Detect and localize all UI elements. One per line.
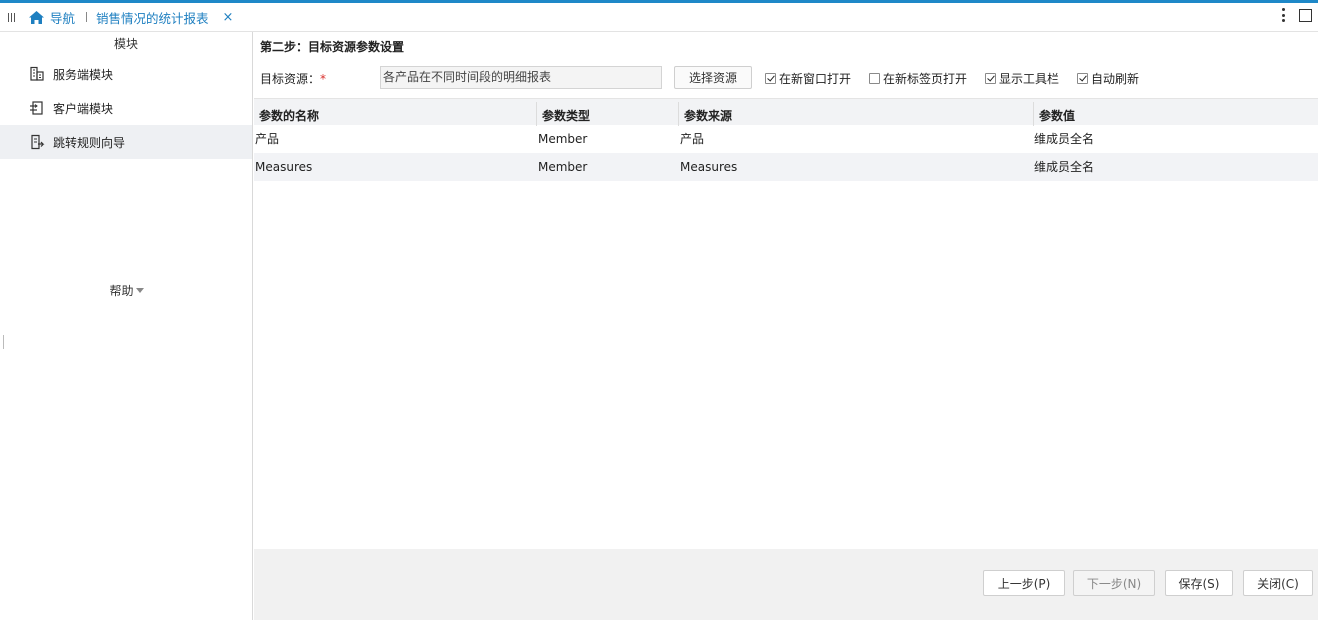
cell-value[interactable]: 维成员全名 (1034, 125, 1094, 153)
sidebar-item-client-module[interactable]: 客户端模块 (0, 91, 252, 125)
menu-toggle-icon[interactable] (0, 3, 22, 32)
cell-name[interactable]: Measures (255, 153, 312, 181)
column-header-name[interactable]: 参数的名称 (259, 99, 319, 126)
checkbox-box[interactable] (869, 73, 880, 84)
tab-bar: 导航 销售情况的统计报表 × (0, 3, 1318, 32)
table-header: 参数的名称 参数类型 参数来源 参数值 (254, 98, 1318, 126)
target-resource-label: 目标资源：* (260, 72, 327, 86)
checkbox-box[interactable] (1077, 73, 1088, 84)
checkbox-box[interactable] (765, 73, 776, 84)
checkbox-label: 自动刷新 (1091, 72, 1140, 86)
cell-source[interactable]: 产品 (680, 125, 704, 153)
maximize-icon[interactable] (1299, 9, 1312, 22)
checkbox-box[interactable] (985, 73, 996, 84)
column-header-value[interactable]: 参数值 (1039, 99, 1075, 126)
close-tab-icon[interactable]: × (223, 10, 234, 25)
tab-divider (86, 12, 88, 22)
cell-type[interactable]: Member (538, 153, 587, 181)
required-mark: * (320, 72, 327, 86)
server-module-icon (29, 66, 45, 82)
checkbox-label: 在新窗口打开 (779, 72, 852, 86)
help-toggle[interactable]: 帮助 (0, 282, 253, 299)
cell-type[interactable]: Member (538, 125, 587, 153)
checkbox-label: 在新标签页打开 (883, 72, 968, 86)
save-button[interactable]: 保存(S) (1165, 570, 1233, 596)
column-divider[interactable] (1033, 102, 1034, 126)
tab-sales-report[interactable]: 销售情况的统计报表 (96, 8, 209, 27)
close-button[interactable]: 关闭(C) (1243, 570, 1313, 596)
select-resource-button[interactable]: 选择资源 (674, 66, 752, 89)
step-title: 第二步：目标资源参数设置 (260, 40, 405, 54)
module-sidebar: 模块 服务端模块 客户端模块 跳转规则向导 帮助 (0, 32, 253, 620)
next-step-button[interactable]: 下一步(N) (1073, 570, 1155, 596)
target-resource-row: 目标资源：* 各产品在不同时间段的明细报表 选择资源 在新窗口打开 在新标签页打… (260, 66, 1318, 90)
sidebar-item-server-module[interactable]: 服务端模块 (0, 57, 252, 91)
client-module-icon (29, 100, 45, 116)
tab-navigation[interactable]: 导航 (50, 8, 75, 27)
sidebar-resize-handle[interactable] (3, 335, 4, 349)
column-divider[interactable] (536, 102, 537, 126)
help-label: 帮助 (109, 284, 134, 298)
sidebar-header: 模块 (113, 37, 138, 51)
checkbox-show-toolbar[interactable]: 显示工具栏 (985, 70, 1059, 87)
dialog-footer: 上一步(P) 下一步(N) 保存(S) 关闭(C) (254, 549, 1318, 620)
sidebar-item-label: 服务端模块 (53, 67, 114, 82)
cell-value[interactable]: 维成员全名 (1034, 153, 1094, 181)
more-options-icon[interactable] (1278, 6, 1288, 24)
table-row[interactable]: Measures Member Measures 维成员全名 (254, 153, 1318, 181)
checkbox-auto-refresh[interactable]: 自动刷新 (1077, 70, 1139, 87)
caret-down-icon (135, 288, 144, 293)
column-header-source[interactable]: 参数来源 (684, 99, 732, 126)
cell-source[interactable]: Measures (680, 153, 737, 181)
checkbox-open-new-tab[interactable]: 在新标签页打开 (869, 70, 967, 87)
main-panel: 第二步：目标资源参数设置 目标资源：* 各产品在不同时间段的明细报表 选择资源 … (254, 32, 1318, 620)
target-resource-input[interactable]: 各产品在不同时间段的明细报表 (380, 66, 662, 89)
column-divider[interactable] (678, 102, 679, 126)
jump-rule-wizard-icon (29, 134, 45, 150)
home-icon[interactable] (28, 8, 46, 26)
column-header-type[interactable]: 参数类型 (542, 99, 590, 126)
parameter-table: 参数的名称 参数类型 参数来源 参数值 产品 Member 产品 维成员全名 M… (254, 98, 1318, 181)
sidebar-item-label: 跳转规则向导 (53, 135, 126, 150)
table-row[interactable]: 产品 Member 产品 维成员全名 (254, 125, 1318, 153)
previous-step-button[interactable]: 上一步(P) (983, 570, 1065, 596)
cell-name[interactable]: 产品 (255, 125, 279, 153)
checkbox-open-new-window[interactable]: 在新窗口打开 (765, 70, 851, 87)
sidebar-item-jump-rule-wizard[interactable]: 跳转规则向导 (0, 125, 252, 159)
sidebar-item-label: 客户端模块 (53, 101, 114, 116)
checkbox-label: 显示工具栏 (999, 72, 1060, 86)
